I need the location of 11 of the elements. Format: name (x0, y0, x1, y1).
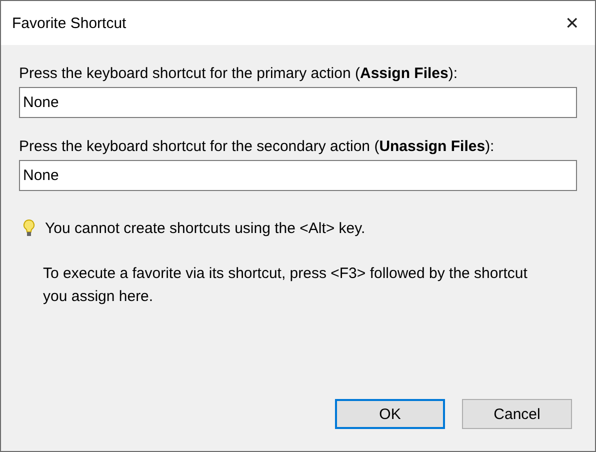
tip-text: You cannot create shortcuts using the <Alt> key. (45, 220, 366, 236)
close-button[interactable]: ✕ (549, 1, 595, 45)
note-text: To execute a favorite via its shortcut, press <F3> followed by the shortcut you assign here. (43, 264, 528, 307)
input-field[interactable]: None (19, 87, 577, 118)
cancel-button[interactable]: Cancel (462, 399, 572, 429)
lightbulb-icon (23, 219, 35, 237)
field-label: Press the keyboard shortcut for the primary action (Assign Files): (19, 65, 459, 82)
field-label: Press the keyboard shortcut for the secondary action (Unassign Files): (19, 138, 496, 155)
ok-button[interactable]: OK (335, 399, 445, 429)
window-title: Favorite Shortcut (12, 14, 126, 32)
input-field[interactable]: None (19, 160, 577, 191)
